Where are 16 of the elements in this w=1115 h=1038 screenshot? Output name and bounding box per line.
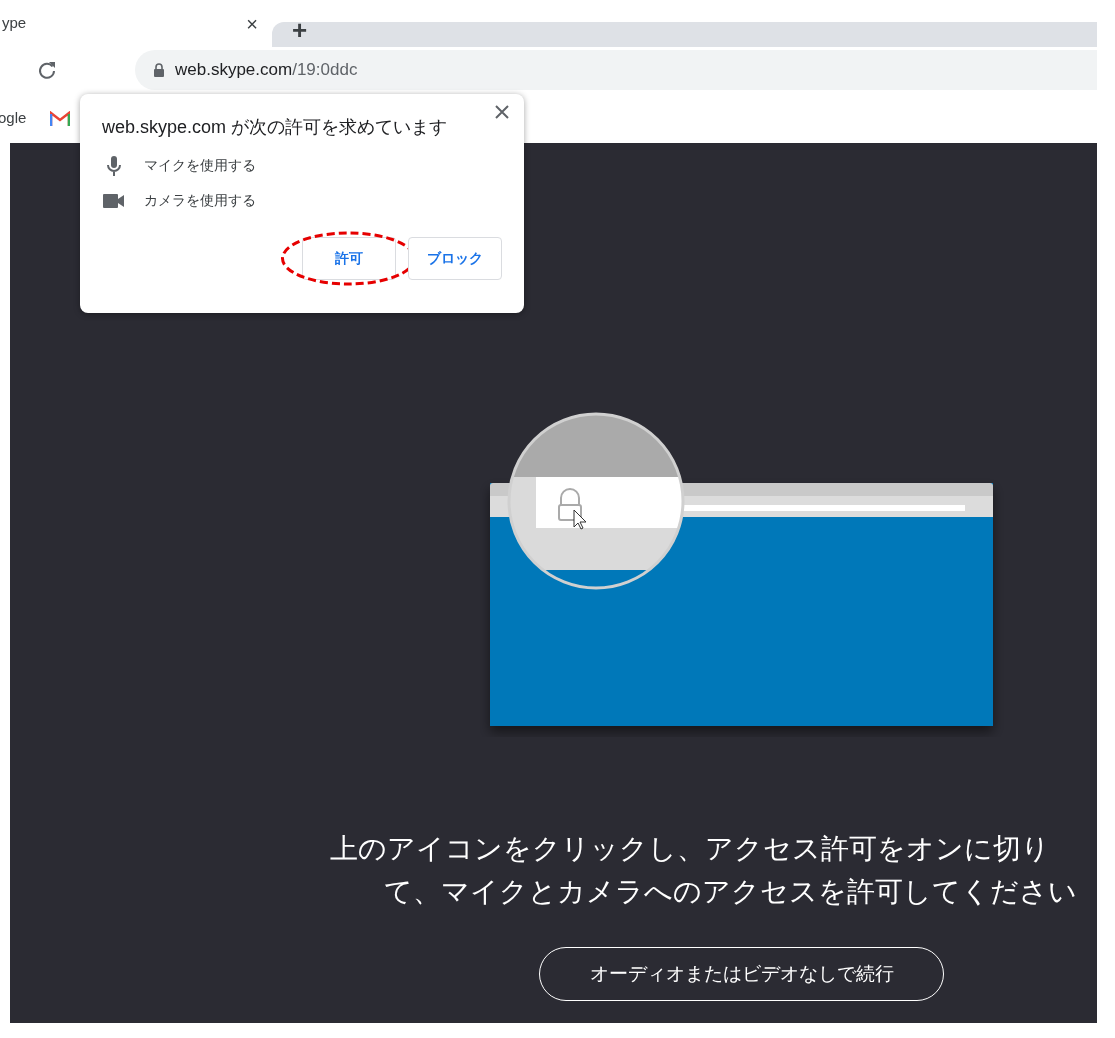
address-bar[interactable]: web.skype.com/19:0ddc [135,50,1097,90]
tab-title[interactable]: ype [2,12,27,35]
mail-icon[interactable] [50,110,71,126]
permission-label: カメラを使用する [144,191,256,210]
lock-icon [153,63,165,77]
dialog-button[interactable]: 許可 [302,237,396,280]
reload-icon[interactable] [37,60,57,80]
new-tab-icon[interactable]: + [292,22,308,38]
instruction-text: 上のアイコンをクリックし、アクセス許可をオンに切り [330,832,1051,866]
dialog-button[interactable]: ブロック [408,237,502,280]
dialog-title: web.skype.com が次の許可を求めています [102,116,449,139]
permission-label: マイクを使用する [144,156,256,175]
close-icon[interactable] [494,104,510,120]
close-tab-icon[interactable]: × [246,13,258,34]
instruction-text: て、マイクとカメラへのアクセスを許可してください [384,875,1078,909]
video-camera-icon [102,193,126,208]
